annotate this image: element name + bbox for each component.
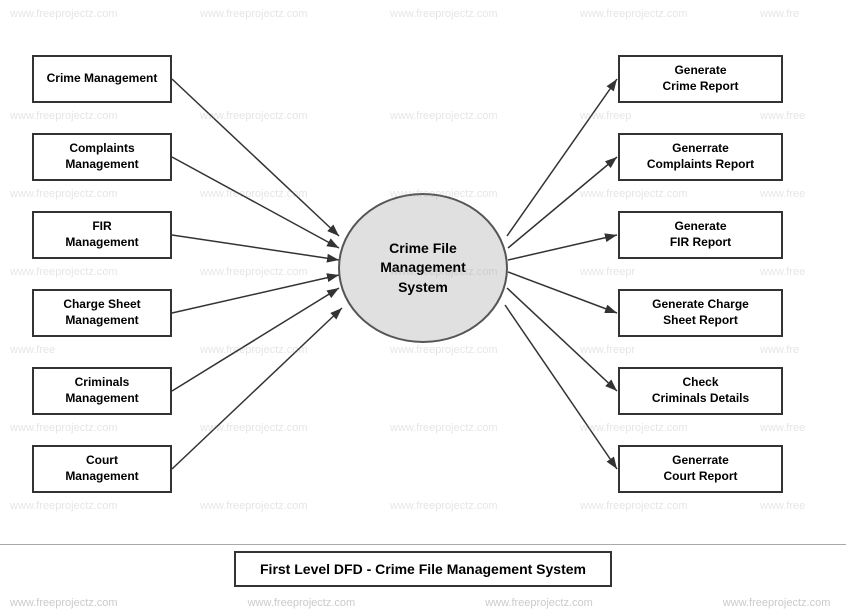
watermark: www.freeprojectz.com xyxy=(390,344,498,356)
watermark: www.freeprojectz.com xyxy=(580,8,688,20)
watermark: www.free xyxy=(760,422,805,434)
watermark: www.freeprojectz.com xyxy=(580,422,688,434)
watermark: www.freeprojectz.com xyxy=(10,110,118,122)
watermark: www.freeprojectz.com xyxy=(200,344,308,356)
watermark: www.freeprojectz.com xyxy=(390,110,498,122)
watermark: www.freeprojectz.com xyxy=(200,500,308,512)
gen-charge-sheet-report-node: Generate ChargeSheet Report xyxy=(618,289,783,337)
bottom-watermarks: www.freeprojectz.com www.freeprojectz.co… xyxy=(0,593,846,613)
watermark: www.freeprojectz.com xyxy=(390,8,498,20)
watermark: www.free xyxy=(760,110,805,122)
complaints-management-node: ComplaintsManagement xyxy=(32,133,172,181)
charge-sheet-management-node: Charge SheetManagement xyxy=(32,289,172,337)
watermark-bottom4: www.freeprojectz.com xyxy=(723,597,831,609)
watermark: www.freeprojectz.com xyxy=(200,8,308,20)
watermark: www.fre xyxy=(760,8,799,20)
watermark: www.freeprojectz.com xyxy=(580,188,688,200)
watermark: www.freeprojectz.com xyxy=(580,500,688,512)
watermark: www.freeprojectz.com xyxy=(200,188,308,200)
caption-bar: First Level DFD - Crime File Management … xyxy=(0,545,846,593)
watermark-bottom3: www.freeprojectz.com xyxy=(485,597,593,609)
gen-complaints-report-node: GenerrateComplaints Report xyxy=(618,133,783,181)
watermark-bottom: www.freeprojectz.com xyxy=(10,597,118,609)
watermark-bottom2: www.freeprojectz.com xyxy=(248,597,356,609)
watermark: www.freeprojectz.com xyxy=(10,188,118,200)
watermark: www.freeprojectz.com xyxy=(10,8,118,20)
watermark: www.free xyxy=(760,188,805,200)
check-criminals-node: CheckCriminals Details xyxy=(618,367,783,415)
gen-crime-report-node: GenerateCrime Report xyxy=(618,55,783,103)
watermark: www.free xyxy=(10,344,55,356)
watermark: www.freeprojectz.com xyxy=(10,422,118,434)
watermark: www.free xyxy=(760,500,805,512)
watermark: www.freeprojectz.com xyxy=(390,500,498,512)
watermark: www.freeprojectz.com xyxy=(10,500,118,512)
watermark: www.freeprojectz.com xyxy=(200,266,308,278)
gen-court-report-node: GenerrateCourt Report xyxy=(618,445,783,493)
watermark: www.fre xyxy=(760,344,799,356)
diagram-area: www.freeprojectz.com www.freeprojectz.co… xyxy=(0,0,846,545)
watermark: www.freeprojectz.com xyxy=(200,110,308,122)
court-management-node: CourtManagement xyxy=(32,445,172,493)
watermark: www.freepr xyxy=(580,266,635,278)
watermark: www.freepr xyxy=(580,344,635,356)
watermark: www.freeprojectz.com xyxy=(10,266,118,278)
watermark: www.freeprojectz.com xyxy=(390,422,498,434)
caption-text: First Level DFD - Crime File Management … xyxy=(234,551,612,587)
watermark: www.freeprojectz.com xyxy=(200,422,308,434)
gen-fir-report-node: GenerateFIR Report xyxy=(618,211,783,259)
crime-management-node: Crime Management xyxy=(32,55,172,103)
criminals-management-node: CriminalsManagement xyxy=(32,367,172,415)
center-node: Crime FileManagementSystem xyxy=(338,193,508,343)
fir-management-node: FIRManagement xyxy=(32,211,172,259)
watermark: www.freep xyxy=(580,110,631,122)
watermark: www.free xyxy=(760,266,805,278)
